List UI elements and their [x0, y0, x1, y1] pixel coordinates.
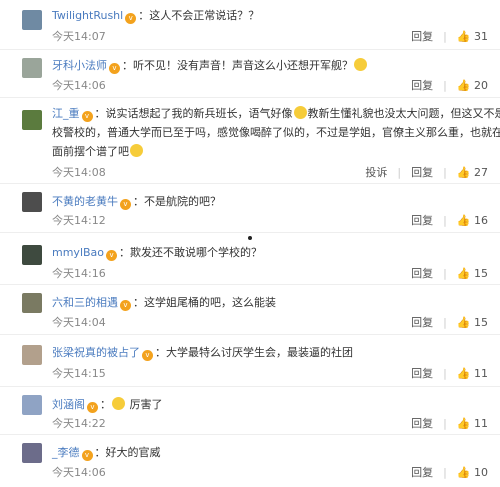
comment-text: 厉害了 — [129, 398, 163, 411]
comment-time: 今天14:22 — [52, 417, 106, 430]
reply-button[interactable]: 回复 — [411, 267, 433, 280]
vip-badge-icon: v — [142, 350, 153, 361]
comment-time: 今天14:07 — [52, 30, 106, 43]
smiley-emoji-icon — [112, 397, 125, 410]
vip-badge-icon: v — [81, 450, 93, 461]
like-count: 20 — [474, 79, 488, 92]
report-button[interactable]: 投诉 — [365, 166, 387, 179]
comment-item: 不黄的老黄牛 v ：不是航院的吧？ 今天14:12 回复 | 👍 16 — [0, 184, 500, 233]
vip-badge-icon: v — [81, 111, 93, 122]
reply-button[interactable]: 回复 — [411, 79, 433, 92]
vip-badge-icon: v — [120, 199, 131, 210]
comment-item: 刘涵阁 v： 厉害了 今天14:22 回复 | 👍 11 — [0, 387, 500, 435]
comment-item: TwilightRushl v ：这人不会正常说话？？ 今天14:07 回复 | 👍 3… — [0, 0, 500, 50]
comment-text-line1b: 教新生懂礼貌也没太大问题，但这又不是军 — [307, 107, 500, 120]
like-count: 16 — [474, 214, 488, 227]
comment-time: 今天14:06 — [52, 79, 106, 92]
avatar[interactable] — [22, 443, 42, 463]
comment-time: 今天14:12 — [52, 214, 106, 227]
comment-text: 不是航院的吧？ — [144, 195, 221, 208]
comment-time: 今天14:08 — [52, 166, 106, 179]
like-count: 15 — [474, 316, 488, 329]
username[interactable]: 张梁祝真的被占了 — [52, 346, 140, 359]
comment-time: 今天14:15 — [52, 367, 106, 380]
thumbs-up-icon[interactable]: 👍 — [457, 367, 471, 380]
smiley-emoji-icon — [293, 106, 307, 119]
like-count: 11 — [474, 367, 488, 380]
avatar[interactable] — [22, 345, 42, 365]
reply-button[interactable]: 回复 — [411, 367, 433, 380]
comment-text: 好大的官威 — [105, 446, 161, 459]
reply-button[interactable]: 回复 — [411, 417, 433, 430]
thumbs-up-icon[interactable]: 👍 — [457, 214, 471, 227]
smiley-emoji-icon — [130, 144, 143, 157]
comment-item: _李德 v ：好大的官威 今天14:06 回复 | 👍 10 — [0, 435, 500, 487]
thumbs-up-icon[interactable]: 👍 — [457, 417, 471, 430]
comment-time: 今天14:04 — [52, 316, 106, 329]
reply-button[interactable]: 回复 — [411, 214, 433, 227]
comment-item: 张梁祝真的被占了 v ：大学最特么讨厌学生会，最装逼的社团 今天14:15 回复 | 👍… — [0, 335, 500, 387]
comment-text: 欺发还不敢说哪个学校的？ — [130, 246, 263, 259]
like-count: 27 — [474, 166, 488, 179]
username[interactable]: 不黄的老黄牛 — [52, 195, 118, 208]
like-count: 10 — [474, 466, 488, 479]
avatar[interactable] — [22, 110, 42, 130]
username[interactable]: 牙科小法师 — [52, 59, 107, 72]
avatar[interactable] — [22, 58, 42, 78]
comment-text: 这人不会正常说话？？ — [149, 9, 260, 22]
reply-button[interactable]: 回复 — [411, 466, 433, 479]
comment-item: 牙科小法师 v ：听不见！没有声音！声音这么小还想开军舰？ 今天14:06 回复 | 👍… — [0, 50, 500, 98]
thumbs-up-icon[interactable]: 👍 — [457, 166, 471, 179]
username[interactable]: _李德 — [52, 446, 80, 459]
vip-badge-icon: v — [106, 250, 118, 261]
comment-time: 今天14:06 — [52, 466, 106, 479]
thumbs-up-icon[interactable]: 👍 — [457, 466, 471, 479]
comment-item: mmylBao v ：欺发还不敢说哪个学校的？ 今天14:16 回复 | 👍 15 — [0, 233, 500, 285]
vip-badge-icon: v — [87, 402, 98, 413]
vip-badge-icon: v — [109, 63, 120, 74]
username[interactable]: 江_重 — [52, 107, 80, 120]
like-count: 11 — [474, 417, 488, 430]
thumbs-up-icon[interactable]: 👍 — [457, 267, 471, 280]
reply-button[interactable]: 回复 — [411, 166, 433, 179]
like-count: 15 — [474, 267, 488, 280]
username[interactable]: 六和三的相遇 — [52, 296, 118, 309]
avatar[interactable] — [22, 395, 42, 415]
username[interactable]: 刘涵阁 — [52, 398, 85, 411]
username[interactable]: TwilightRushl — [52, 9, 123, 22]
vip-badge-icon: v — [125, 13, 137, 24]
thumbs-up-icon[interactable]: 👍 — [457, 316, 471, 329]
smiley-emoji-icon — [354, 58, 367, 71]
comment-text-line2: 校警校的，普通大学而已至于吗，感觉像喝醉了似的，不过是学姐，官僚主义那么重，也就… — [52, 126, 500, 139]
avatar[interactable] — [22, 10, 42, 30]
comment-item: 江_重 v ：说实话想起了我的新兵班长，语气好像 教新生懂礼貌也没太大问题，但这又不是… — [0, 98, 500, 184]
comment-text: 听不见！没有声音！声音这么小还想开军舰？ — [133, 59, 353, 72]
like-count: 31 — [474, 30, 488, 43]
comment-text: 大学最特么讨厌学生会，最装逼的社团 — [166, 346, 353, 359]
vip-badge-icon: v — [120, 300, 131, 311]
reply-button[interactable]: 回复 — [411, 30, 433, 43]
comment-text-line3: 面前摆个谱了吧 — [52, 145, 129, 158]
avatar[interactable] — [22, 293, 42, 313]
username[interactable]: mmylBao — [52, 246, 104, 259]
comment-text: 这学姐尾桶的吧，这么能装 — [144, 296, 276, 309]
comment-text-line1: 说实话想起了我的新兵班长，语气好像 — [105, 107, 293, 120]
comment-item: 六和三的相遇 v ：这学姐尾桶的吧，这么能装 今天14:04 回复 | 👍 15 — [0, 285, 500, 335]
comment-time: 今天14:16 — [52, 267, 106, 280]
reply-button[interactable]: 回复 — [411, 316, 433, 329]
avatar[interactable] — [22, 245, 42, 265]
thumbs-up-icon[interactable]: 👍 — [457, 79, 471, 92]
thumbs-up-icon[interactable]: 👍 — [457, 30, 471, 43]
avatar[interactable] — [22, 192, 42, 212]
